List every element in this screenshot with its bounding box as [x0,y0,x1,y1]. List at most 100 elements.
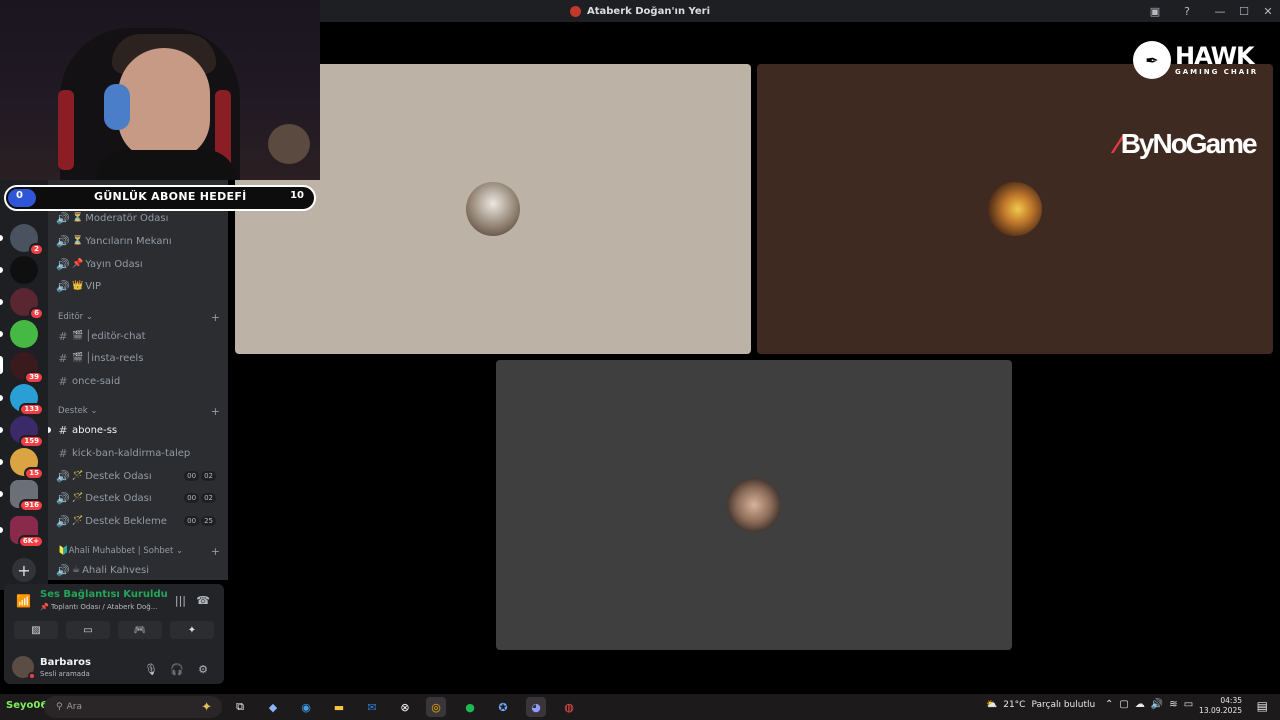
speaker-icon: 🔊 [56,563,70,577]
mention-badge: 15 [24,467,44,480]
weather-widget[interactable]: ⛅ 21°C Parçalı bulutlu [986,700,1095,710]
tray-app-icon[interactable]: ▢ [1119,699,1128,710]
server-icon[interactable]: 39 [10,352,44,384]
text-channel[interactable]: # 🎬 │editör-chat [54,326,222,346]
edge-icon[interactable]: ◉ [296,697,316,717]
text-channel[interactable]: # abone-ss [54,420,222,440]
close-button[interactable]: ✕ [1256,0,1280,22]
voice-channel[interactable]: 🔊 🪄 Destek Odası 00 02 [54,466,222,486]
mention-badge: 6 [29,307,44,320]
server-folder[interactable]: 916 [10,480,44,512]
obs-icon[interactable]: ◍ [559,697,579,717]
microphone-icon[interactable]: 🎙 [142,660,160,678]
create-channel-icon[interactable]: + [211,311,220,324]
streamer-webcam [0,0,320,180]
battery-icon[interactable]: ▭ [1184,699,1193,710]
voice-channel[interactable]: 🔊 ⏳ Yancıların Mekanı [54,231,222,251]
spotify-icon[interactable]: ● [460,697,480,717]
participant-avatar [466,182,520,236]
steam-icon[interactable]: ✪ [493,697,513,717]
noise-suppression-icon[interactable]: ||| [175,594,186,607]
mention-badge: 916 [19,499,44,512]
channel-sidebar: 🔊 ⏳ Moderatör Odası 🔊 ⏳ Yancıların Mekan… [48,180,228,580]
volume-icon[interactable]: 🔊 [1151,699,1163,710]
signal-icon[interactable]: 📶 [16,594,31,608]
category-name: 🔰Ahali Muhabbet | Sohbet [58,546,174,556]
hash-icon: # [58,446,68,460]
channel-emoji: 🎬 [72,353,84,363]
text-channel[interactable]: # 🎬 │insta-reels [54,348,222,368]
channel-emoji: 🪄 [72,493,84,503]
server-icon[interactable] [10,320,38,348]
outlook-icon[interactable]: ✉ [362,697,382,717]
activities-button[interactable]: 🎮 [118,621,162,639]
channel-emoji: 👑 [72,281,84,291]
taskbar-search[interactable]: ⚲ Ara ✦ [44,696,222,718]
user-count: 00 25 [184,516,216,526]
voice-channel[interactable]: 🔊 ☕ Ahali Kahvesi [54,560,222,580]
maximize-button[interactable]: ☐ [1232,0,1256,22]
category-ahali[interactable]: 🔰Ahali Muhabbet | Sohbet ⌄ + [58,544,220,558]
voice-channel[interactable]: 🔊 👑 VIP [54,276,222,296]
server-icon[interactable]: 133 [10,384,44,416]
create-channel-icon[interactable]: + [211,405,220,418]
channel-name: VIP [85,280,102,292]
channel-name: kick-ban-kaldirma-talep [72,447,191,459]
voice-channel[interactable]: 🔊 📌 Yayın Odası [54,254,222,274]
inbox-icon[interactable]: ▣ [1144,0,1166,22]
search-placeholder: Ara [66,702,82,712]
server-icon[interactable]: 15 [10,448,44,480]
unread-indicator [0,427,3,433]
notification-icon[interactable]: ▤ [1257,699,1268,713]
soundboard-button[interactable]: ✦ [170,621,214,639]
voice-channel[interactable]: 🔊 🪄 Destek Bekleme 00 25 [54,511,222,531]
server-icon[interactable]: 6 [10,288,44,320]
disconnect-icon[interactable]: ☎ [196,594,210,607]
voice-channel[interactable]: 🔊 🪄 Destek Odası 00 02 [54,488,222,508]
chrome-icon[interactable]: ◎ [426,697,446,717]
server-folder[interactable]: 6K+ [10,516,44,548]
chevron-down-icon: ⌄ [176,546,184,556]
server-icon[interactable] [10,256,38,284]
discord-icon[interactable]: ◕ [526,697,546,717]
text-channel[interactable]: # once-said [54,371,222,391]
goal-label: GÜNLÜK ABONE HEDEFİ [94,190,247,203]
server-icon[interactable]: 2 [10,224,44,256]
server-icon[interactable]: 159 [10,416,44,448]
system-clock[interactable]: 04:35 13.09.2025 [1199,696,1242,716]
user-status: Sesli aramada [40,670,90,678]
text-channel[interactable]: # kick-ban-kaldirma-talep [54,443,222,463]
channel-name: abone-ss [72,424,118,436]
minimize-button[interactable]: — [1208,0,1232,22]
clock-time: 04:35 [1220,696,1242,705]
headphones-icon[interactable]: 🎧 [168,660,186,678]
tray-app-icon[interactable]: ☁ [1135,699,1145,710]
video-tile-2[interactable] [757,64,1273,354]
clock-date: 13.09.2025 [1199,706,1242,715]
video-tile-3[interactable] [496,360,1012,650]
xbox-icon[interactable]: ⊗ [395,697,415,717]
unread-indicator [0,299,3,305]
hash-icon: # [58,374,68,388]
category-editor[interactable]: Editör ⌄ + [58,310,220,324]
chevron-up-icon[interactable]: ⌃ [1105,699,1113,710]
camera-off-button[interactable]: ▨ [14,621,58,639]
participant-avatar [727,478,781,532]
add-server-button[interactable]: + [12,558,36,582]
avatar[interactable] [12,656,36,680]
task-view-icon[interactable]: ⧉ [230,697,250,717]
help-icon[interactable]: ? [1176,0,1198,22]
file-explorer-icon[interactable]: ▬ [329,697,349,717]
wifi-icon[interactable]: ≋ [1169,699,1177,710]
username[interactable]: Barbaros [40,657,91,668]
voice-status[interactable]: Ses Bağlantısı Kuruldu [40,589,168,600]
copilot-icon[interactable]: ◆ [263,697,283,717]
channel-name: Yancıların Mekanı [85,235,172,247]
create-channel-icon[interactable]: + [211,545,220,558]
screen-share-button[interactable]: ▭ [66,621,110,639]
speaker-icon: 🔊 [56,257,70,271]
settings-gear-icon[interactable]: ⚙ [194,660,212,678]
voice-channel-path[interactable]: 📌 Toplantı Odası / Ataberk Doğ... [40,603,157,611]
voice-channel[interactable]: 🔊 ⏳ Moderatör Odası [54,208,222,228]
category-destek[interactable]: Destek ⌄ + [58,404,220,418]
